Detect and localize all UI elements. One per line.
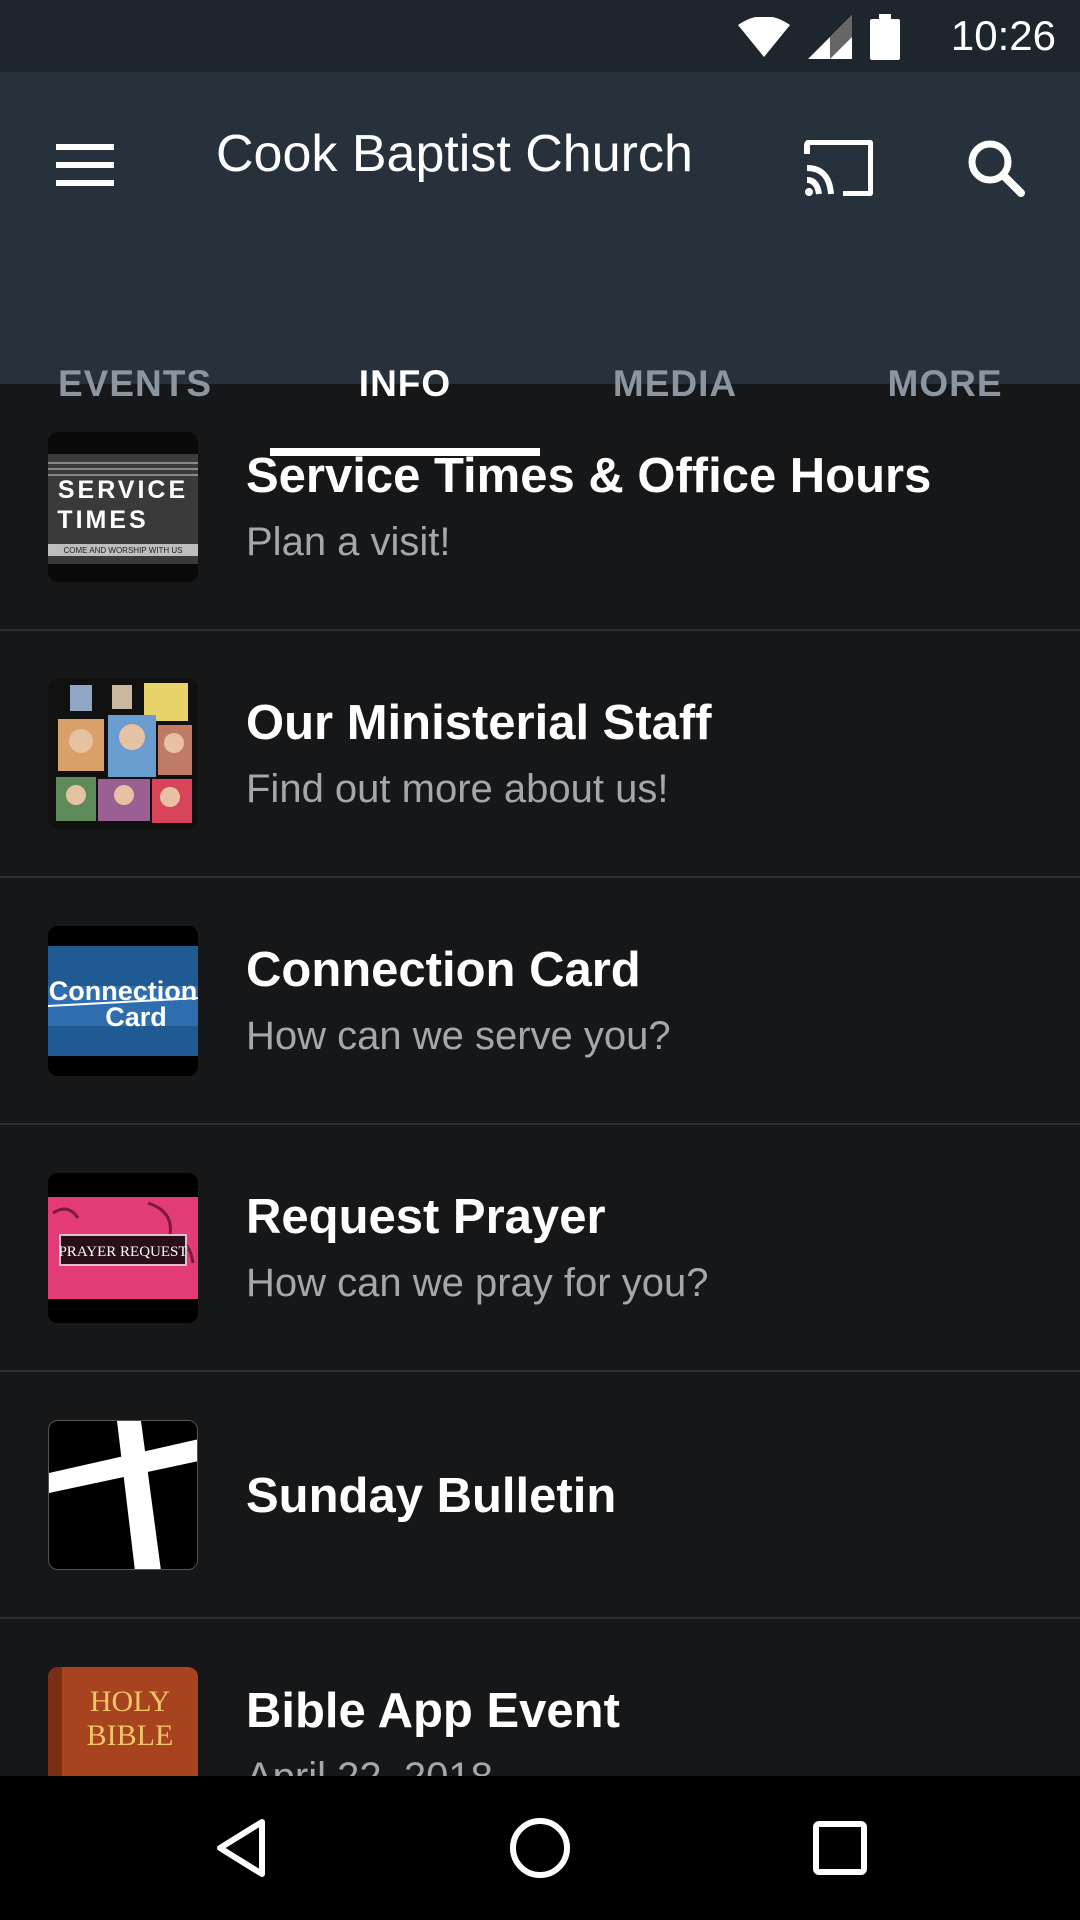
status-icons — [738, 14, 900, 60]
list-item-title: Connection Card — [246, 943, 641, 997]
back-icon — [217, 1819, 265, 1877]
wifi-icon — [738, 17, 790, 57]
list-item-text: Connection Card How can we serve you? — [246, 942, 671, 1059]
list-item-sunday-bulletin[interactable]: Sunday Bulletin — [0, 1372, 1080, 1619]
holy-bible-thumbnail: HOLY BIBLE — [48, 1667, 198, 1776]
list-item-title: Sunday Bulletin — [246, 1469, 617, 1523]
connection-card-thumbnail: Connection Card — [48, 926, 198, 1076]
list-item-title: Bible App Event — [246, 1684, 620, 1738]
list-item-title: Service Times & Office Hours — [246, 449, 932, 503]
menu-button[interactable] — [40, 120, 130, 210]
list-item-request-prayer[interactable]: PRAYER REQUEST Request Prayer How can we… — [0, 1125, 1080, 1372]
list-item-subtitle: How can we serve you? — [246, 1014, 671, 1058]
list-item-bible-app-event[interactable]: HOLY BIBLE Bible App Event April 22, 201… — [0, 1619, 1080, 1776]
list-item-text: Bible App Event April 22, 2018 — [246, 1683, 620, 1776]
list-item-title: Request Prayer — [246, 1190, 606, 1244]
list-item-text: Request Prayer How can we pray for you? — [246, 1189, 708, 1306]
list-item-service-times[interactable]: SERVICE TIMES COME AND WORSHIP WITH US S… — [0, 384, 1080, 631]
system-nav-bar — [0, 1776, 1080, 1920]
staff-collage-thumbnail — [48, 679, 198, 829]
battery-icon — [870, 14, 900, 60]
bible-thumb-line2: BIBLE — [87, 1719, 174, 1752]
bible-thumb-line1: HOLY — [90, 1685, 170, 1718]
info-list: SERVICE TIMES COME AND WORSHIP WITH US S… — [0, 384, 1080, 1776]
list-item-subtitle: Find out more about us! — [246, 767, 669, 811]
back-button[interactable] — [194, 1800, 290, 1896]
list-item-text: Service Times & Office Hours Plan a visi… — [246, 448, 931, 565]
service-times-thumbnail: SERVICE TIMES COME AND WORSHIP WITH US — [48, 432, 198, 582]
prayer-request-thumbnail: PRAYER REQUEST — [48, 1173, 198, 1323]
list-item-text: Sunday Bulletin — [246, 1468, 616, 1524]
status-time: 10:26 — [950, 12, 1056, 59]
list-item-connection-card[interactable]: Connection Card Connection Card How can … — [0, 878, 1080, 1125]
service-times-thumb-line1: SERVICE — [58, 476, 188, 504]
status-bar: 10:26 — [0, 0, 1080, 72]
service-times-thumb-line3: COME AND WORSHIP WITH US — [64, 546, 183, 555]
recents-button[interactable] — [792, 1800, 888, 1896]
cast-icon — [804, 140, 873, 196]
list-item-subtitle: April 22, 2018 — [246, 1755, 620, 1776]
list-item-title: Our Ministerial Staff — [246, 696, 712, 750]
cross-icon — [49, 1421, 197, 1569]
home-button[interactable] — [492, 1800, 588, 1896]
connection-card-thumb-line2: Card — [105, 1002, 167, 1032]
recents-icon — [813, 1821, 867, 1875]
list-item-text: Our Ministerial Staff Find out more abou… — [246, 695, 712, 812]
cast-button[interactable] — [790, 120, 886, 216]
home-icon — [510, 1818, 570, 1878]
list-item-ministerial-staff[interactable]: Our Ministerial Staff Find out more abou… — [0, 631, 1080, 878]
service-times-thumb-line2: TIMES — [57, 506, 148, 534]
signal-icon — [808, 15, 852, 59]
search-button[interactable] — [948, 120, 1044, 216]
cross-thumbnail — [48, 1420, 198, 1570]
menu-icon — [56, 144, 114, 186]
app-bar: Cook Baptist Church EVENTS INFO MEDIA MO… — [0, 72, 1080, 456]
list-item-subtitle: Plan a visit! — [246, 520, 451, 564]
list-item-subtitle: How can we pray for you? — [246, 1261, 709, 1305]
prayer-request-thumb-text: PRAYER REQUEST — [58, 1244, 187, 1260]
search-icon — [968, 140, 1025, 197]
app-title: Cook Baptist Church — [216, 125, 693, 183]
